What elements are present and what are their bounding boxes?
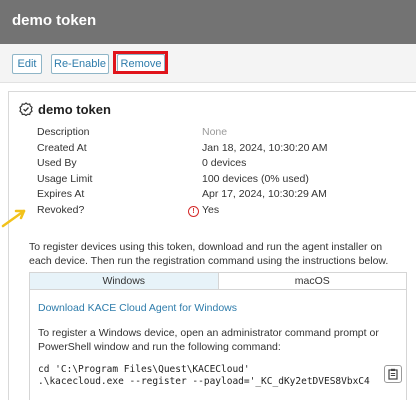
property-value: None	[202, 126, 228, 138]
property-row-usage-limit: Usage Limit 100 devices (0% used)	[37, 173, 407, 189]
yellow-pointer-arrow-icon	[1, 209, 26, 228]
register-windows-text: To register a Windows device, open an ad…	[38, 327, 379, 353]
verified-badge-icon	[19, 102, 33, 116]
property-label: Used By	[37, 157, 77, 169]
property-row-expires-at: Expires At Apr 17, 2024, 10:30:29 AM	[37, 188, 407, 204]
code-line: .\kacecloud.exe --register --payload='_K…	[38, 376, 370, 387]
property-value-revoked: ! Yes	[188, 203, 220, 217]
property-value: 100 devices (0% used)	[202, 172, 309, 185]
property-label: Description	[37, 126, 90, 138]
property-value: 0 devices	[202, 157, 247, 169]
registration-instructions: To register devices using this token, do…	[29, 241, 389, 267]
copy-command-button[interactable]	[384, 365, 402, 383]
error-icon: !	[188, 205, 199, 217]
property-row-revoked: Revoked? ! Yes	[37, 204, 407, 220]
download-windows-agent-link[interactable]: Download KACE Cloud Agent for Windows	[38, 302, 237, 314]
tab-macos[interactable]: macOS	[219, 273, 407, 289]
page-header: demo token	[0, 0, 416, 44]
token-name: demo token	[38, 101, 111, 117]
revoked-value: Yes	[202, 203, 220, 216]
property-row-description: Description None	[37, 126, 407, 142]
remove-highlight-box	[113, 51, 168, 74]
edit-button[interactable]: Edit	[12, 54, 42, 74]
property-label: Usage Limit	[37, 172, 93, 185]
registration-command-code: cd 'C:\Program Files\Quest\KACECloud' .\k…	[38, 364, 378, 388]
properties-list: Description None Created At Jan 18, 2024…	[37, 126, 407, 219]
re-enable-button[interactable]: Re-Enable	[51, 54, 109, 74]
os-tabs: Windows macOS	[29, 272, 407, 290]
property-row-used-by: Used By 0 devices	[37, 157, 407, 173]
clipboard-icon	[388, 368, 398, 380]
property-label: Expires At	[37, 188, 85, 200]
property-row-created-at: Created At Jan 18, 2024, 10:30:20 AM	[37, 142, 407, 158]
property-value: Apr 17, 2024, 10:30:29 AM	[202, 188, 327, 200]
windows-panel: Download KACE Cloud Agent for Windows To…	[29, 289, 407, 400]
code-line: cd 'C:\Program Files\Quest\KACECloud'	[38, 364, 250, 375]
card-title: demo token	[19, 100, 111, 118]
toolbar: Edit Re-Enable Remove	[0, 44, 416, 83]
property-value: Jan 18, 2024, 10:30:20 AM	[202, 141, 328, 154]
property-label: Created At	[37, 141, 87, 154]
page-title: demo token	[12, 12, 97, 29]
tab-windows[interactable]: Windows	[30, 273, 219, 289]
property-label: Revoked?	[37, 203, 85, 216]
